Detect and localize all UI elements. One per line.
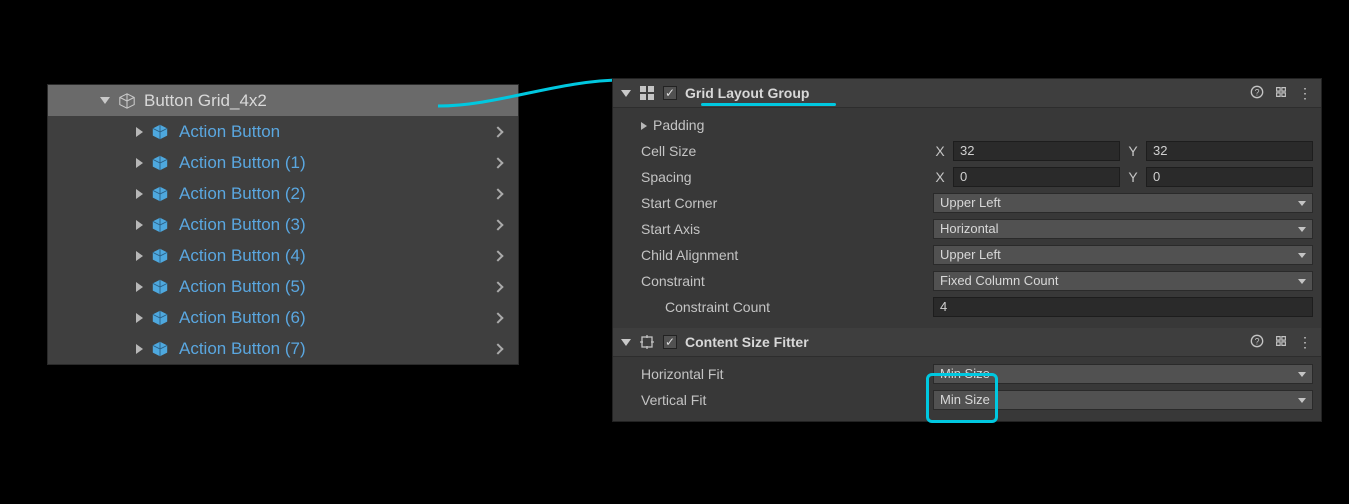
component-body-grid-layout-group: Padding Cell Size X 32 Y 32 Spacing X 0 … [613,108,1321,328]
presets-icon[interactable] [1274,334,1288,348]
hierarchy-item-child[interactable]: Action Button (6) [48,302,518,333]
constraint-dropdown[interactable]: Fixed Column Count [933,271,1313,291]
chevron-right-icon[interactable] [492,343,503,354]
foldout-closed-icon[interactable] [136,158,143,168]
axis-label-x: X [933,169,947,185]
property-spacing: Spacing X 0 Y 0 [637,164,1313,190]
foldout-closed-icon[interactable] [136,282,143,292]
prefab-icon [151,216,169,234]
hierarchy-panel: Button Grid_4x2 Action Button Action But… [47,84,519,365]
foldout-open-icon[interactable] [621,339,631,346]
component-title: Grid Layout Group [685,85,1242,101]
axis-label-y: Y [1126,143,1140,159]
start-axis-dropdown[interactable]: Horizontal [933,219,1313,239]
grid-layout-group-icon [639,85,655,101]
foldout-closed-icon[interactable] [136,189,143,199]
property-label: Constraint Count [637,299,927,315]
foldout-closed-icon[interactable] [136,251,143,261]
context-menu-icon[interactable]: ⋮ [1298,85,1313,102]
prefab-icon [151,247,169,265]
property-label: Vertical Fit [637,392,927,408]
chevron-right-icon[interactable] [492,188,503,199]
context-menu-icon[interactable]: ⋮ [1298,334,1313,351]
chevron-right-icon[interactable] [492,157,503,168]
property-child-alignment: Child Alignment Upper Left [637,242,1313,268]
svg-text:?: ? [1255,87,1260,97]
hierarchy-item-label: Action Button (3) [179,215,494,235]
chevron-right-icon[interactable] [492,219,503,230]
axis-label-y: Y [1126,169,1140,185]
prefab-icon [151,309,169,327]
property-label: Spacing [637,169,927,185]
hierarchy-item-label: Action Button (2) [179,184,494,204]
component-enable-checkbox[interactable]: ✓ [663,335,677,349]
property-label: Cell Size [637,143,927,159]
prefab-icon [151,340,169,358]
constraint-count-field[interactable]: 4 [933,297,1313,317]
hierarchy-item-label: Action Button [179,122,494,142]
annotation-underline [701,103,836,106]
hierarchy-item-label: Action Button (1) [179,153,494,173]
hierarchy-item-child[interactable]: Action Button (2) [48,178,518,209]
hierarchy-item-child[interactable]: Action Button (7) [48,333,518,364]
hierarchy-item-label: Action Button (6) [179,308,494,328]
property-label: Child Alignment [637,247,927,263]
property-constraint-count: Constraint Count 4 [637,294,1313,320]
presets-icon[interactable] [1274,85,1288,99]
foldout-open-icon[interactable] [100,97,110,104]
cell-size-y-field[interactable]: 32 [1146,141,1313,161]
property-cell-size: Cell Size X 32 Y 32 [637,138,1313,164]
property-start-axis: Start Axis Horizontal [637,216,1313,242]
help-icon[interactable]: ? [1250,85,1264,99]
prefab-icon [151,154,169,172]
component-title: Content Size Fitter [685,334,1242,350]
property-label: Constraint [637,273,927,289]
chevron-right-icon[interactable] [492,281,503,292]
foldout-closed-icon[interactable] [136,127,143,137]
property-constraint: Constraint Fixed Column Count [637,268,1313,294]
foldout-closed-icon[interactable] [136,344,143,354]
chevron-right-icon[interactable] [492,250,503,261]
component-enable-checkbox[interactable]: ✓ [663,86,677,100]
prefab-icon [151,278,169,296]
content-size-fitter-icon [639,334,655,350]
hierarchy-item-child[interactable]: Action Button (4) [48,240,518,271]
property-start-corner: Start Corner Upper Left [637,190,1313,216]
axis-label-x: X [933,143,947,159]
inspector-panel: ✓ Grid Layout Group ? ⋮ Padding Cell Siz… [612,78,1322,422]
svg-text:?: ? [1255,336,1260,346]
property-label: Padding [637,117,927,133]
help-icon[interactable]: ? [1250,334,1264,348]
foldout-closed-icon[interactable] [136,313,143,323]
annotation-highlight-box [926,373,998,423]
hierarchy-item-label: Button Grid_4x2 [144,91,512,111]
foldout-closed-icon[interactable] [136,220,143,230]
property-label: Start Axis [637,221,927,237]
hierarchy-item-parent[interactable]: Button Grid_4x2 [48,85,518,116]
start-corner-dropdown[interactable]: Upper Left [933,193,1313,213]
cell-size-x-field[interactable]: 32 [953,141,1120,161]
property-padding[interactable]: Padding [637,112,1313,138]
foldout-open-icon[interactable] [621,90,631,97]
child-alignment-dropdown[interactable]: Upper Left [933,245,1313,265]
gameobject-outline-icon [118,92,136,110]
hierarchy-item-child[interactable]: Action Button (1) [48,147,518,178]
component-header-content-size-fitter[interactable]: ✓ Content Size Fitter ? ⋮ [613,328,1321,357]
prefab-icon [151,123,169,141]
hierarchy-item-child[interactable]: Action Button (3) [48,209,518,240]
property-label: Horizontal Fit [637,366,927,382]
chevron-right-icon[interactable] [492,126,503,137]
hierarchy-item-label: Action Button (4) [179,246,494,266]
property-label: Start Corner [637,195,927,211]
hierarchy-item-child[interactable]: Action Button (5) [48,271,518,302]
hierarchy-item-label: Action Button (7) [179,339,494,359]
chevron-right-icon[interactable] [492,312,503,323]
prefab-icon [151,185,169,203]
spacing-y-field[interactable]: 0 [1146,167,1313,187]
hierarchy-item-child[interactable]: Action Button [48,116,518,147]
spacing-x-field[interactable]: 0 [953,167,1120,187]
hierarchy-item-label: Action Button (5) [179,277,494,297]
